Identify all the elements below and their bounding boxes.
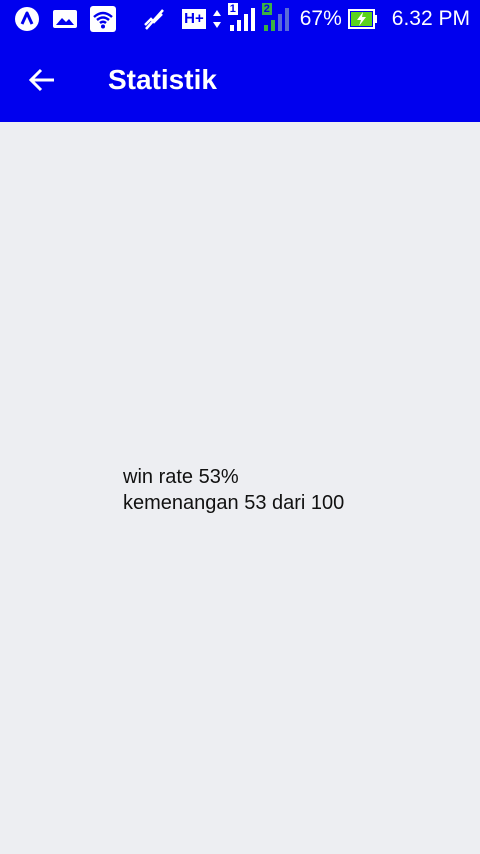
network-type-icon: H+	[182, 9, 206, 29]
content-area: win rate 53% kemenangan 53 dari 100	[0, 122, 480, 854]
signal-sim2-icon: 2	[261, 3, 290, 32]
signal-sim1-icon: 1	[227, 3, 256, 32]
wifi-icon	[90, 6, 116, 32]
clock: 6.32 PM	[391, 7, 470, 30]
app-toolbar: Statistik	[0, 38, 480, 122]
battery-charging-icon	[347, 8, 378, 30]
win-rate-text: win rate 53%	[123, 466, 239, 488]
arrow-left-icon	[28, 66, 56, 94]
sim1-badge: 1	[227, 3, 238, 15]
stats-block: win rate 53% kemenangan 53 dari 100	[123, 464, 344, 516]
mute-icon	[142, 7, 166, 31]
app-notification-icon	[14, 6, 40, 32]
page-title: Statistik	[108, 64, 217, 95]
status-bar: H+ 1 2 67% 6.32 PM	[0, 0, 480, 38]
sim2-badge: 2	[261, 3, 272, 15]
image-notification-icon	[52, 8, 78, 30]
data-arrows-icon	[212, 8, 222, 30]
battery-percent: 67%	[299, 7, 342, 30]
wins-count-text: kemenangan 53 dari 100	[123, 492, 345, 514]
back-button[interactable]	[14, 52, 70, 108]
